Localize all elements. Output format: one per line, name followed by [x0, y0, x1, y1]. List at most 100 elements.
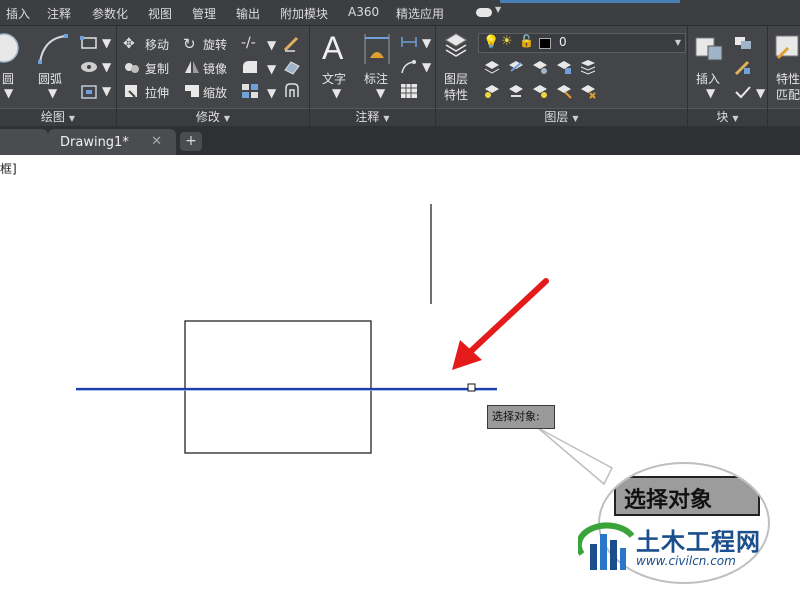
rotate-button[interactable]: 旋转	[203, 36, 227, 53]
ribbon-toggle-icon[interactable]	[476, 8, 492, 17]
menu-annotate[interactable]: 注释	[47, 5, 71, 22]
panel-layers-footer[interactable]: 图层 ▼	[436, 108, 687, 126]
panel-annotation-footer[interactable]: 注释 ▼	[310, 108, 435, 126]
match-properties-icon[interactable]	[774, 34, 800, 62]
scale-button[interactable]: 缩放	[203, 84, 227, 101]
text-button[interactable]: 文字	[322, 70, 346, 87]
linear-dropdown-icon[interactable]: ▼	[422, 36, 431, 50]
block-attributes-dropdown-icon[interactable]: ▼	[756, 86, 765, 100]
rectangle-icon[interactable]	[80, 36, 98, 50]
boundary-dropdown-icon[interactable]: ▼	[102, 84, 111, 98]
layer-tool-9-icon[interactable]	[556, 83, 572, 99]
copy-icon[interactable]	[123, 59, 141, 75]
explode-icon[interactable]	[283, 58, 301, 76]
chevron-down-icon[interactable]: ▼	[732, 114, 738, 123]
circle-dropdown-icon[interactable]: ▼	[4, 86, 13, 100]
chevron-down-icon[interactable]: ▼	[383, 114, 389, 123]
stretch-icon[interactable]	[123, 83, 141, 99]
menu-view[interactable]: 视图	[148, 5, 172, 22]
layer-properties-label-2[interactable]: 特性	[444, 86, 468, 103]
trim-icon[interactable]: -/-	[241, 35, 256, 51]
properties-label-1[interactable]: 特性	[776, 70, 800, 87]
new-tab-button[interactable]: +	[180, 132, 202, 151]
create-block-icon[interactable]	[734, 36, 752, 50]
boundary-icon[interactable]	[80, 84, 98, 100]
title-highlight-strip	[500, 0, 680, 3]
circle-label[interactable]: 圆	[2, 70, 14, 87]
hatch-icon[interactable]	[80, 60, 98, 74]
mirror-button[interactable]: 镜像	[203, 60, 227, 77]
layer-tool-6-icon[interactable]	[484, 83, 500, 99]
arc-label[interactable]: 圆弧	[38, 70, 62, 87]
arc-icon[interactable]	[36, 32, 70, 66]
tab-drawing1[interactable]: Drawing1* ✕	[48, 129, 176, 155]
layer-tool-10-icon[interactable]	[580, 83, 596, 99]
unlock-icon[interactable]: 🔓	[519, 34, 534, 48]
sun-icon[interactable]: ☀	[501, 34, 513, 49]
rectangle-shape[interactable]	[184, 320, 372, 454]
erase-icon[interactable]	[283, 34, 301, 52]
panel-draw-footer[interactable]: 绘图 ▼	[0, 108, 116, 126]
chevron-down-icon[interactable]: ▼	[224, 114, 230, 123]
text-dropdown-icon[interactable]: ▼	[332, 86, 341, 100]
layer-dropdown[interactable]: 💡 ☀ 🔓 0 ▼	[478, 33, 686, 53]
layer-tool-4-icon[interactable]	[556, 59, 572, 75]
panel-modify-footer[interactable]: 修改 ▼	[117, 108, 309, 126]
text-icon[interactable]: A	[322, 30, 343, 67]
layer-tool-1-icon[interactable]	[484, 60, 500, 74]
panel-block-footer[interactable]: 块 ▼	[688, 108, 767, 126]
start-tab[interactable]	[0, 129, 48, 155]
menu-output[interactable]: 输出	[236, 5, 260, 22]
close-icon[interactable]: ✕	[151, 134, 162, 149]
insert-dropdown-icon[interactable]: ▼	[706, 86, 715, 100]
copy-button[interactable]: 复制	[145, 60, 169, 77]
menu-insert[interactable]: 插入	[6, 5, 30, 22]
insert-button[interactable]: 插入	[696, 70, 720, 87]
menu-parametric[interactable]: 参数化	[92, 5, 128, 22]
leader-dropdown-icon[interactable]: ▼	[422, 60, 431, 74]
dimension-button[interactable]: 标注	[364, 70, 388, 87]
scale-icon[interactable]	[183, 83, 201, 99]
edit-block-icon[interactable]	[734, 60, 752, 76]
mirror-icon[interactable]	[183, 59, 201, 75]
leader-icon[interactable]	[400, 59, 418, 75]
menu-a360[interactable]: A360	[348, 5, 379, 19]
move-button[interactable]: 移动	[145, 36, 169, 53]
dimension-icon[interactable]	[362, 32, 392, 66]
chevron-down-icon[interactable]: ▼	[572, 114, 578, 123]
panel-annotation: A 文字 ▼ 标注 ▼ ▼ ▼ 注释 ▼	[310, 26, 436, 126]
menu-featured-apps[interactable]: 精选应用	[396, 5, 444, 22]
circle-icon[interactable]	[0, 32, 26, 64]
layer-properties-label-1[interactable]: 图层	[444, 70, 468, 87]
array-icon[interactable]	[241, 83, 259, 99]
lightbulb-icon[interactable]: 💡	[483, 35, 499, 50]
arc-dropdown-icon[interactable]: ▼	[48, 86, 57, 100]
layer-tool-5-icon[interactable]	[580, 59, 596, 75]
layer-tool-3-icon[interactable]	[532, 59, 548, 75]
rectangle-dropdown-icon[interactable]: ▼	[102, 36, 111, 50]
chevron-down-icon[interactable]: ▼	[675, 38, 681, 47]
table-icon[interactable]	[400, 83, 418, 99]
stretch-button[interactable]: 拉伸	[145, 84, 169, 101]
block-attributes-icon[interactable]	[734, 84, 752, 100]
fillet-dropdown-icon[interactable]: ▼	[267, 62, 276, 76]
offset-icon[interactable]	[283, 82, 301, 100]
trim-dropdown-icon[interactable]: ▼	[267, 38, 276, 52]
layer-tool-8-icon[interactable]	[532, 83, 548, 99]
hatch-dropdown-icon[interactable]: ▼	[102, 60, 111, 74]
properties-label-2[interactable]: 匹配	[776, 86, 800, 103]
move-icon[interactable]: ✥	[123, 36, 135, 52]
linear-dimension-icon[interactable]	[400, 35, 418, 49]
dimension-dropdown-icon[interactable]: ▼	[376, 86, 385, 100]
chevron-down-icon[interactable]: ▼	[69, 114, 75, 123]
chevron-down-icon[interactable]: ▼	[495, 5, 501, 14]
menu-addins[interactable]: 附加模块	[280, 5, 328, 22]
layer-tool-2-icon[interactable]	[508, 59, 524, 75]
menu-manage[interactable]: 管理	[192, 5, 216, 22]
layer-tool-7-icon[interactable]	[508, 83, 524, 99]
array-dropdown-icon[interactable]: ▼	[267, 86, 276, 100]
fillet-icon[interactable]	[241, 59, 259, 75]
layer-properties-icon[interactable]	[444, 32, 468, 58]
rotate-icon[interactable]: ↻	[183, 35, 196, 53]
insert-block-icon[interactable]	[694, 32, 724, 64]
